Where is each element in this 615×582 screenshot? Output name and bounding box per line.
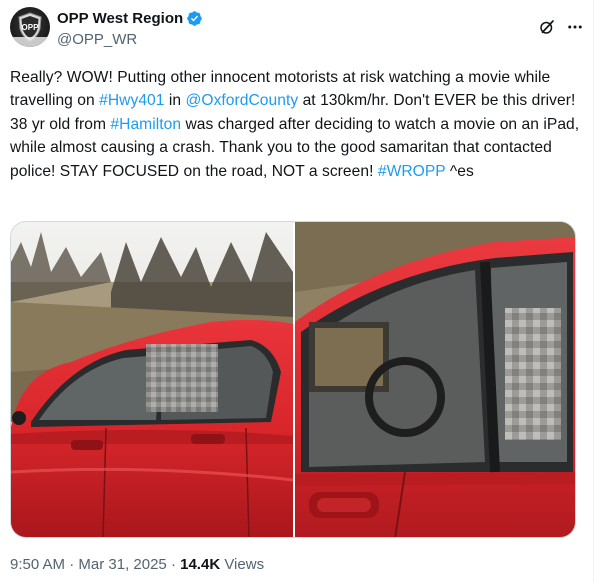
verified-badge-icon[interactable]: [186, 10, 203, 27]
tweet-text-segment: in: [164, 92, 186, 110]
hashtag-link[interactable]: #WROPP: [378, 163, 446, 180]
tweet-text-segment: ^es: [445, 162, 474, 180]
more-horizontal-icon[interactable]: [566, 18, 584, 36]
views-label: Views: [220, 556, 265, 573]
meta-separator: ·: [166, 556, 181, 573]
hashtag-link[interactable]: #Hwy401: [99, 92, 164, 109]
name-row: OPP West Region: [57, 10, 203, 27]
column-border: [593, 0, 594, 582]
photo-left[interactable]: [11, 222, 293, 537]
mention-link[interactable]: @OxfordCounty: [186, 92, 299, 109]
meta-separator: ·: [65, 556, 79, 573]
tweet-header: OPP OPP West Region @OPP_WR: [10, 6, 582, 50]
tweet-meta: 9:50 AM · Mar 31, 2025 · 14.4K Views: [10, 556, 264, 573]
display-name[interactable]: OPP West Region: [57, 10, 183, 27]
avatar[interactable]: OPP: [10, 7, 50, 47]
hashtag-link[interactable]: #Hamilton: [110, 116, 181, 133]
avatar-text: OPP: [22, 23, 40, 32]
media-grid: [10, 221, 576, 538]
views-count[interactable]: 14.4K: [180, 556, 220, 573]
grok-icon[interactable]: [538, 18, 556, 36]
tweet-text: Really? WOW! Putting other innocent moto…: [10, 66, 588, 183]
handle[interactable]: @OPP_WR: [57, 31, 137, 48]
opp-badge-icon: OPP: [10, 12, 50, 47]
tweet-date[interactable]: Mar 31, 2025: [78, 556, 166, 573]
tweet-time[interactable]: 9:50 AM: [10, 556, 65, 573]
photo-right[interactable]: [295, 222, 575, 537]
